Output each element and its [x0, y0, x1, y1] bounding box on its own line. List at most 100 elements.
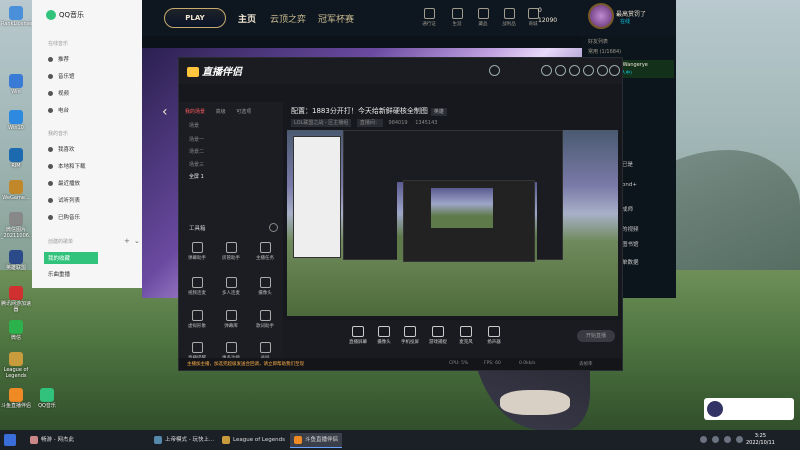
game-capture-button[interactable]: 游戏捕捉 [423, 326, 453, 345]
qqmusic-nav-item[interactable]: 最近播放 [48, 179, 80, 187]
scene-item-active[interactable]: 全屏 1 [189, 173, 204, 180]
profile-button[interactable]: 生涯 [446, 8, 468, 27]
settings-icon[interactable] [555, 65, 566, 76]
room-label: 直播间： [356, 119, 383, 127]
taskbar-item-active[interactable]: 斗鱼直播伴侣 [290, 433, 343, 448]
desktop-icon[interactable]: League of Legends [1, 352, 31, 379]
tab-tft[interactable]: 云顶之弈 [270, 12, 306, 25]
play-button[interactable]: PLAY [164, 8, 226, 28]
gift-icon[interactable] [541, 65, 552, 76]
scene-item[interactable]: 场景 [189, 122, 199, 129]
qqmusic-nav-item[interactable]: 视频 [48, 89, 69, 97]
scene-item[interactable]: 场景一 [189, 136, 204, 143]
douyu-icon [294, 435, 302, 444]
purchased-icon [48, 215, 53, 220]
camera-icon [378, 326, 390, 337]
close-icon[interactable] [609, 65, 620, 76]
qqmusic-section-title: 我的音乐 [48, 131, 69, 137]
mic-button[interactable]: 麦克风 [451, 326, 481, 345]
qqmusic-nav-item[interactable]: 试听列表 [48, 196, 80, 204]
taskbar-item[interactable]: 畅游 - 网杰此 [26, 433, 78, 447]
desktop-icon[interactable]: RIM [1, 148, 31, 169]
pass-button[interactable]: 通行证 [418, 8, 440, 27]
tab-advanced[interactable]: 高级 [216, 109, 226, 115]
tool-button[interactable]: 多人连麦 [217, 277, 245, 296]
danmaku-icon [191, 242, 203, 253]
clock[interactable]: 3:25 2022/10/11 [746, 433, 775, 447]
multi-link-icon [225, 277, 237, 288]
desktop-icon[interactable]: RankLicense [1, 6, 32, 27]
desktop-icon[interactable]: 微信图片_20211006... [1, 212, 34, 239]
radio-icon [48, 108, 53, 113]
taskbar-item[interactable]: 上帝模式 - 玩快上... [150, 433, 218, 447]
friends-group[interactable]: 常用 (1/1684) [588, 48, 621, 55]
tab-clash[interactable]: 冠军杯赛 [318, 12, 354, 25]
tool-button[interactable]: 歌词助手 [251, 310, 279, 329]
status-drop: 丢帧率 [579, 362, 593, 367]
download-icon [48, 164, 53, 169]
tray-icon[interactable] [700, 436, 707, 443]
game-icon [432, 326, 444, 337]
collection-button[interactable]: 藏品 [472, 8, 494, 27]
help-icon[interactable] [489, 65, 500, 76]
tab-home[interactable]: 主页 [238, 12, 256, 25]
notification-toast[interactable] [704, 398, 794, 420]
tray-icon[interactable] [712, 436, 719, 443]
tool-button[interactable]: 虚拟形象 [183, 310, 211, 329]
status-bitrate: 0.0kb/s [519, 361, 536, 366]
tab-options[interactable]: 可选项 [236, 109, 251, 115]
friends-header: 好友列表 [588, 39, 609, 45]
qqmusic-nav-item[interactable]: 音乐馆 [48, 72, 75, 80]
camera-icon [259, 277, 271, 288]
collapse-playlist-button[interactable]: ⌄ [134, 237, 140, 245]
tool-button[interactable]: 摄像头 [251, 277, 279, 296]
qqmusic-nav-item[interactable]: 我喜欢 [48, 145, 75, 153]
collection-icon [477, 8, 489, 19]
tab-my-scenes[interactable]: 我的场景 [185, 109, 205, 115]
prev-arrow-icon[interactable]: ‹ [162, 104, 168, 120]
qqmusic-playlist-item[interactable]: 我的收藏 [44, 252, 98, 264]
tool-button[interactable]: 房管助手 [217, 242, 245, 261]
scene-item[interactable]: 场景三 [189, 161, 204, 168]
tool-button[interactable]: 弹幕库 [217, 310, 245, 329]
status-fps: FPS: 60 [484, 361, 501, 366]
category-badge[interactable]: LOL联盟之战 - 区主播组 [291, 119, 352, 127]
add-playlist-button[interactable]: + [124, 237, 130, 245]
desktop-icon[interactable]: 英雄联盟 [1, 250, 31, 271]
menu-icon[interactable] [583, 65, 594, 76]
desktop-icon[interactable]: 斗鱼直播伴侣 [1, 388, 31, 409]
tool-button[interactable]: 视频连麦 [183, 277, 211, 296]
qqmusic-playlist-item[interactable]: 乐曲重播 [48, 270, 70, 278]
taskbar-item[interactable]: League of Legends [218, 433, 289, 447]
qqmusic-nav-item[interactable]: 本地和下载 [48, 162, 86, 170]
room-tag[interactable]: 英雄 [430, 108, 447, 116]
volume-icon[interactable] [736, 436, 743, 443]
room-meta: LOL联盟之战 - 区主播组 直播间： 984019 1345143 [291, 119, 437, 127]
qqmusic-nav-item[interactable]: 推荐 [48, 55, 69, 63]
desktop-icon[interactable]: Win10 [1, 110, 31, 131]
start-icon[interactable] [4, 434, 16, 446]
desktop-icon[interactable]: 微信 [1, 320, 31, 341]
speaker-button[interactable]: 扬声器 [479, 326, 509, 345]
tool-button[interactable]: 弹幕助手 [183, 242, 211, 261]
tool-button[interactable]: 主播任务 [251, 242, 279, 261]
avatar[interactable] [588, 3, 614, 29]
side-label: 图书馆 [622, 242, 639, 248]
toolbox-more-icon[interactable] [269, 223, 278, 232]
minimize-icon[interactable] [597, 65, 608, 76]
tray-icon[interactable] [724, 436, 731, 443]
notice-icon[interactable] [569, 65, 580, 76]
qqmusic-nav-item[interactable]: 电台 [48, 106, 69, 114]
qqmusic-nav-item[interactable]: 已购音乐 [48, 213, 80, 221]
profile-icon [451, 8, 463, 19]
loot-button[interactable]: 战利品 [498, 8, 520, 27]
lol-icon [222, 435, 230, 444]
desktop-icon[interactable]: 腾讯网游加速器 [1, 286, 31, 313]
desktop-icon[interactable]: WeGame... [1, 180, 31, 201]
desktop-icon[interactable]: Win [1, 74, 31, 95]
start-stream-button[interactable]: 开始直播 [577, 330, 615, 342]
phone-cast-button[interactable]: 手机投屏 [395, 326, 425, 345]
desktop-icon[interactable]: QQ音乐 [32, 388, 62, 409]
scene-item[interactable]: 场景二 [189, 148, 204, 155]
stream-preview[interactable] [287, 130, 618, 316]
